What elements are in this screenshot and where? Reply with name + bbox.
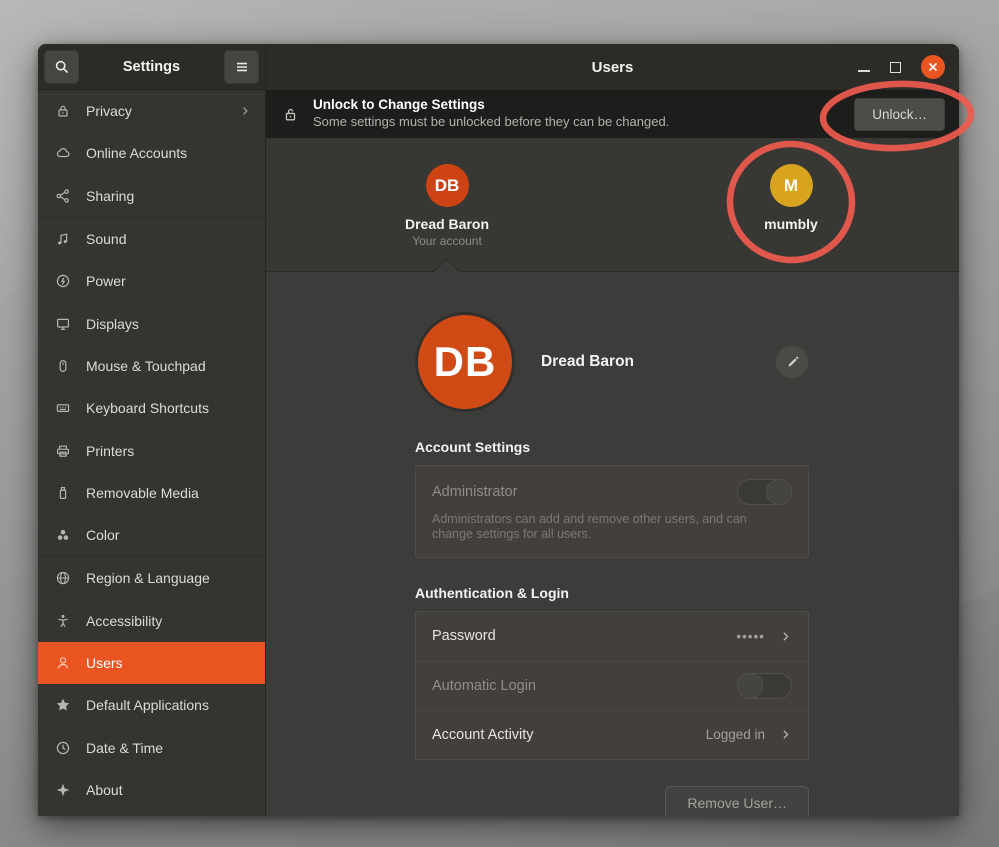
globe-icon bbox=[54, 570, 71, 587]
user-card-dread-baron[interactable]: DB Dread Baron Your account bbox=[382, 164, 512, 248]
settings-window: Settings Privacy bbox=[38, 44, 959, 816]
sidebar-item-about[interactable]: About bbox=[38, 769, 265, 811]
banner-title: Unlock to Change Settings bbox=[313, 97, 854, 114]
automatic-login-label: Automatic Login bbox=[432, 678, 536, 694]
administrator-row: Administrator Administrators can add and… bbox=[416, 466, 808, 557]
close-icon bbox=[927, 61, 939, 73]
auth-login-card: Password ••••• Automatic Login Account A… bbox=[415, 611, 809, 760]
automatic-login-toggle[interactable] bbox=[737, 673, 792, 699]
keyboard-icon bbox=[54, 400, 71, 417]
sidebar-item-mouse-touchpad[interactable]: Mouse & Touchpad bbox=[38, 345, 265, 387]
sidebar-header: Settings bbox=[38, 44, 265, 90]
star-icon bbox=[54, 697, 71, 714]
pencil-icon bbox=[785, 355, 800, 370]
minimize-button[interactable] bbox=[858, 70, 870, 72]
lock-icon bbox=[282, 106, 299, 123]
sidebar-item-printers[interactable]: Printers bbox=[38, 429, 265, 471]
chevron-right-icon bbox=[239, 105, 251, 117]
sidebar-item-accessibility[interactable]: Accessibility bbox=[38, 600, 265, 642]
share-icon bbox=[54, 187, 71, 204]
search-icon bbox=[54, 59, 70, 75]
sparkle-icon bbox=[54, 781, 71, 798]
unlock-banner: Unlock to Change Settings Some settings … bbox=[266, 90, 959, 138]
password-label: Password bbox=[432, 628, 496, 644]
password-dots: ••••• bbox=[736, 629, 765, 644]
account-settings-card: Administrator Administrators can add and… bbox=[415, 465, 809, 558]
profile-row: DB Dread Baron bbox=[415, 312, 809, 412]
sidebar-item-color[interactable]: Color bbox=[38, 514, 265, 556]
profile-avatar[interactable]: DB bbox=[415, 312, 515, 412]
display-icon bbox=[54, 315, 71, 332]
user-card-mumbly[interactable]: M mumbly bbox=[726, 164, 856, 232]
headerbar: Users bbox=[266, 44, 959, 90]
avatar: M bbox=[770, 164, 813, 207]
menu-button[interactable] bbox=[224, 50, 259, 84]
sidebar-item-sound[interactable]: Sound bbox=[38, 218, 265, 260]
banner-subtitle: Some settings must be unlocked before th… bbox=[313, 114, 854, 130]
sidebar-item-removable-media[interactable]: Removable Media bbox=[38, 472, 265, 514]
user-name: mumbly bbox=[726, 216, 856, 232]
administrator-description: Administrators can add and remove other … bbox=[432, 512, 762, 543]
desktop-background: Settings Privacy bbox=[0, 0, 999, 847]
banner-texts: Unlock to Change Settings Some settings … bbox=[313, 97, 854, 130]
account-activity-label: Account Activity bbox=[432, 727, 534, 743]
sidebar-item-date-time[interactable]: Date & Time bbox=[38, 726, 265, 768]
auth-login-heading: Authentication & Login bbox=[415, 585, 809, 601]
window-controls bbox=[858, 44, 945, 90]
avatar: DB bbox=[426, 164, 469, 207]
lock-icon bbox=[54, 103, 71, 120]
sidebar-list: Privacy Online Accounts bbox=[38, 90, 265, 816]
profile-name: Dread Baron bbox=[541, 353, 634, 371]
user-subtitle: Your account bbox=[382, 234, 512, 248]
hamburger-icon bbox=[234, 59, 250, 75]
maximize-button[interactable] bbox=[890, 62, 901, 73]
users-panel: Users bbox=[266, 44, 959, 816]
sidebar-item-region-language[interactable]: Region & Language bbox=[38, 557, 265, 599]
toggle-knob bbox=[737, 673, 763, 699]
flash-drive-icon bbox=[54, 484, 71, 501]
account-settings-heading: Account Settings bbox=[415, 439, 809, 455]
user-details: DB Dread Baron Account Settings bbox=[266, 272, 959, 816]
remove-user-button[interactable]: Remove User… bbox=[665, 786, 809, 817]
sidebar-item-users[interactable]: Users bbox=[38, 642, 265, 684]
automatic-login-row: Automatic Login bbox=[416, 661, 808, 710]
cloud-icon bbox=[54, 145, 71, 162]
unlock-button[interactable]: Unlock… bbox=[854, 98, 945, 131]
account-activity-row[interactable]: Account Activity Logged in bbox=[416, 710, 808, 759]
color-icon bbox=[54, 527, 71, 544]
chevron-right-icon bbox=[779, 630, 792, 643]
search-button[interactable] bbox=[44, 50, 79, 84]
sidebar-item-privacy[interactable]: Privacy bbox=[38, 90, 265, 132]
sidebar-item-keyboard-shortcuts[interactable]: Keyboard Shortcuts bbox=[38, 387, 265, 429]
sidebar-item-online-accounts[interactable]: Online Accounts bbox=[38, 132, 265, 174]
toggle-knob bbox=[766, 479, 792, 505]
chevron-right-icon bbox=[779, 728, 792, 741]
accessibility-icon bbox=[54, 612, 71, 629]
password-row[interactable]: Password ••••• bbox=[416, 612, 808, 661]
administrator-label: Administrator bbox=[432, 484, 517, 500]
sidebar-item-default-applications[interactable]: Default Applications bbox=[38, 684, 265, 726]
mouse-icon bbox=[54, 357, 71, 374]
sidebar: Settings Privacy bbox=[38, 44, 266, 816]
users-icon bbox=[54, 655, 71, 672]
sidebar-item-sharing[interactable]: Sharing bbox=[38, 175, 265, 217]
clock-icon bbox=[54, 739, 71, 756]
account-activity-value: Logged in bbox=[706, 727, 765, 742]
close-button[interactable] bbox=[921, 55, 945, 79]
power-icon bbox=[54, 273, 71, 290]
user-name: Dread Baron bbox=[382, 216, 512, 232]
music-note-icon bbox=[54, 231, 71, 248]
remove-user-row: Remove User… bbox=[415, 786, 809, 817]
administrator-toggle[interactable] bbox=[737, 479, 792, 505]
sidebar-item-power[interactable]: Power bbox=[38, 260, 265, 302]
user-carousel: DB Dread Baron Your account M mumbly bbox=[266, 138, 959, 272]
edit-name-button[interactable] bbox=[775, 345, 809, 379]
app-title: Settings bbox=[79, 59, 224, 75]
sidebar-item-displays[interactable]: Displays bbox=[38, 302, 265, 344]
printer-icon bbox=[54, 442, 71, 459]
page-title: Users bbox=[592, 59, 634, 76]
